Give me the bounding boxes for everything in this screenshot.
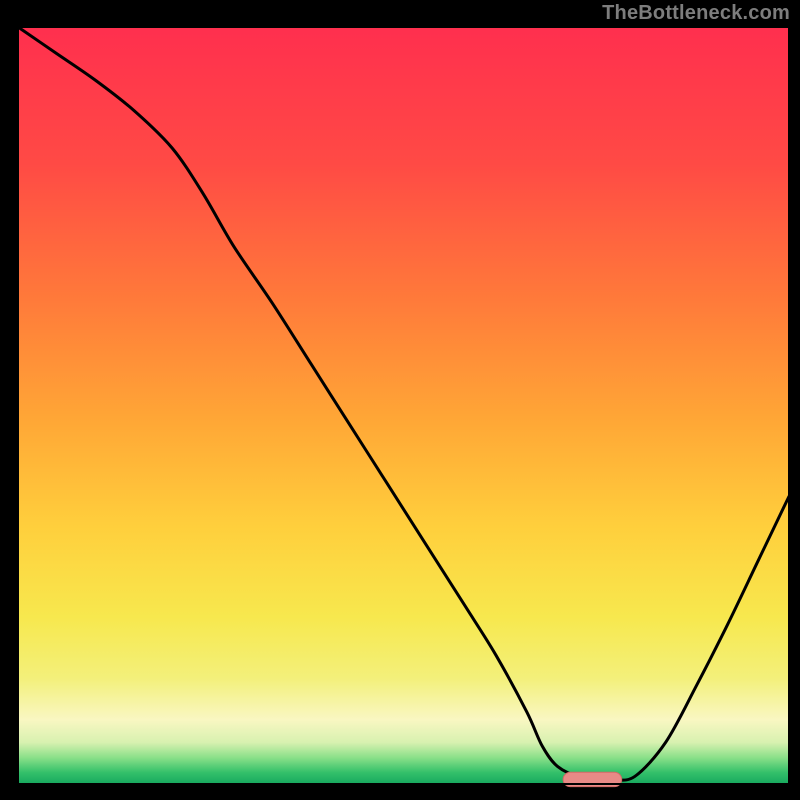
chart-stage: TheBottleneck.com	[0, 0, 800, 800]
plot-background	[18, 27, 789, 784]
bottleneck-chart	[0, 0, 800, 800]
